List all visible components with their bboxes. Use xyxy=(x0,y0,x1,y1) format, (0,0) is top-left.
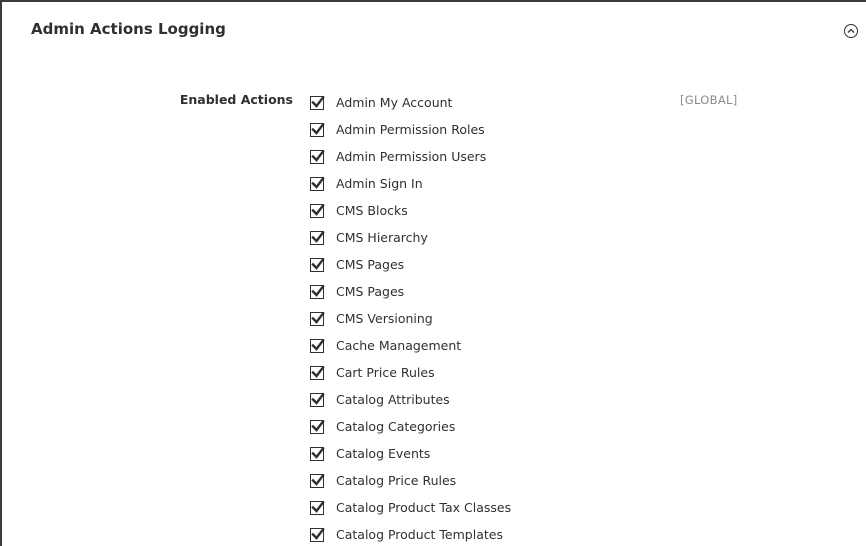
action-option[interactable]: Catalog Product Templates xyxy=(308,521,511,546)
checkmark-icon xyxy=(311,176,325,189)
checkbox[interactable] xyxy=(310,473,325,488)
action-label: CMS Hierarchy xyxy=(336,230,428,245)
action-option[interactable]: Catalog Price Rules xyxy=(308,467,511,494)
action-label: Admin My Account xyxy=(336,95,453,110)
action-option[interactable]: Catalog Attributes xyxy=(308,386,511,413)
checkbox[interactable] xyxy=(310,338,325,353)
action-option[interactable]: Catalog Events xyxy=(308,440,511,467)
action-option[interactable]: CMS Pages xyxy=(308,251,511,278)
checkmark-icon xyxy=(311,473,325,486)
action-label: Catalog Events xyxy=(336,446,431,461)
section-title: Admin Actions Logging xyxy=(31,20,226,38)
checkmark-icon xyxy=(311,527,325,540)
checkmark-icon xyxy=(311,95,325,108)
checkmark-icon xyxy=(311,392,325,405)
action-label: Cache Management xyxy=(336,338,462,353)
checkmark-icon xyxy=(311,338,325,351)
checkbox[interactable] xyxy=(310,419,325,434)
action-option[interactable]: Catalog Product Tax Classes xyxy=(308,494,511,521)
action-label: Admin Permission Users xyxy=(336,149,487,164)
action-label: Catalog Categories xyxy=(336,419,456,434)
action-label: Cart Price Rules xyxy=(336,365,435,380)
config-panel: Admin Actions Logging Enabled Actions [G… xyxy=(0,0,866,546)
checkbox[interactable] xyxy=(310,203,325,218)
action-label: CMS Blocks xyxy=(336,203,408,218)
checkbox[interactable] xyxy=(310,176,325,191)
action-option[interactable]: CMS Versioning xyxy=(308,305,511,332)
scope-label: [GLOBAL] xyxy=(680,93,738,107)
action-option[interactable]: Admin Sign In xyxy=(308,170,511,197)
checkmark-icon xyxy=(311,149,325,162)
action-label: CMS Pages xyxy=(336,284,405,299)
section-header[interactable]: Admin Actions Logging xyxy=(4,2,866,62)
action-label: CMS Versioning xyxy=(336,311,433,326)
checkmark-icon xyxy=(311,284,325,297)
action-label: Admin Sign In xyxy=(336,176,423,191)
action-option[interactable]: CMS Blocks xyxy=(308,197,511,224)
action-label: Catalog Attributes xyxy=(336,392,450,407)
checkbox[interactable] xyxy=(310,500,325,515)
action-label: Admin Permission Roles xyxy=(336,122,485,137)
checkmark-icon xyxy=(311,419,325,432)
action-option[interactable]: Admin Permission Users xyxy=(308,143,511,170)
checkmark-icon xyxy=(311,446,325,459)
action-option[interactable]: Admin Permission Roles xyxy=(308,116,511,143)
checkbox[interactable] xyxy=(310,95,325,110)
action-option[interactable]: Cache Management xyxy=(308,332,511,359)
action-option[interactable]: Catalog Categories xyxy=(308,413,511,440)
checkbox[interactable] xyxy=(310,257,325,272)
action-label: CMS Pages xyxy=(336,257,405,272)
checkbox[interactable] xyxy=(310,149,325,164)
action-option[interactable]: CMS Pages xyxy=(308,278,511,305)
checkbox[interactable] xyxy=(310,392,325,407)
checkmark-icon xyxy=(311,311,325,324)
checkmark-icon xyxy=(311,122,325,135)
action-label: Catalog Product Templates xyxy=(336,527,503,542)
checkmark-icon xyxy=(311,230,325,243)
collapse-icon[interactable] xyxy=(844,24,858,38)
enabled-actions-label: Enabled Actions xyxy=(179,92,293,107)
checkbox[interactable] xyxy=(310,230,325,245)
checkmark-icon xyxy=(311,365,325,378)
checkmark-icon xyxy=(311,203,325,216)
checkbox[interactable] xyxy=(310,365,325,380)
action-label: Catalog Price Rules xyxy=(336,473,457,488)
action-option[interactable]: Admin My Account xyxy=(308,89,511,116)
checkmark-icon xyxy=(311,500,325,513)
checkbox[interactable] xyxy=(310,122,325,137)
checkbox[interactable] xyxy=(310,284,325,299)
action-option[interactable]: CMS Hierarchy xyxy=(308,224,511,251)
enabled-actions-list: Admin My Account Admin Permission Roles Ad… xyxy=(308,89,511,546)
action-option[interactable]: Cart Price Rules xyxy=(308,359,511,386)
checkbox[interactable] xyxy=(310,446,325,461)
checkmark-icon xyxy=(311,257,325,270)
action-label: Catalog Product Tax Classes xyxy=(336,500,512,515)
checkbox[interactable] xyxy=(310,311,325,326)
checkbox[interactable] xyxy=(310,527,325,542)
